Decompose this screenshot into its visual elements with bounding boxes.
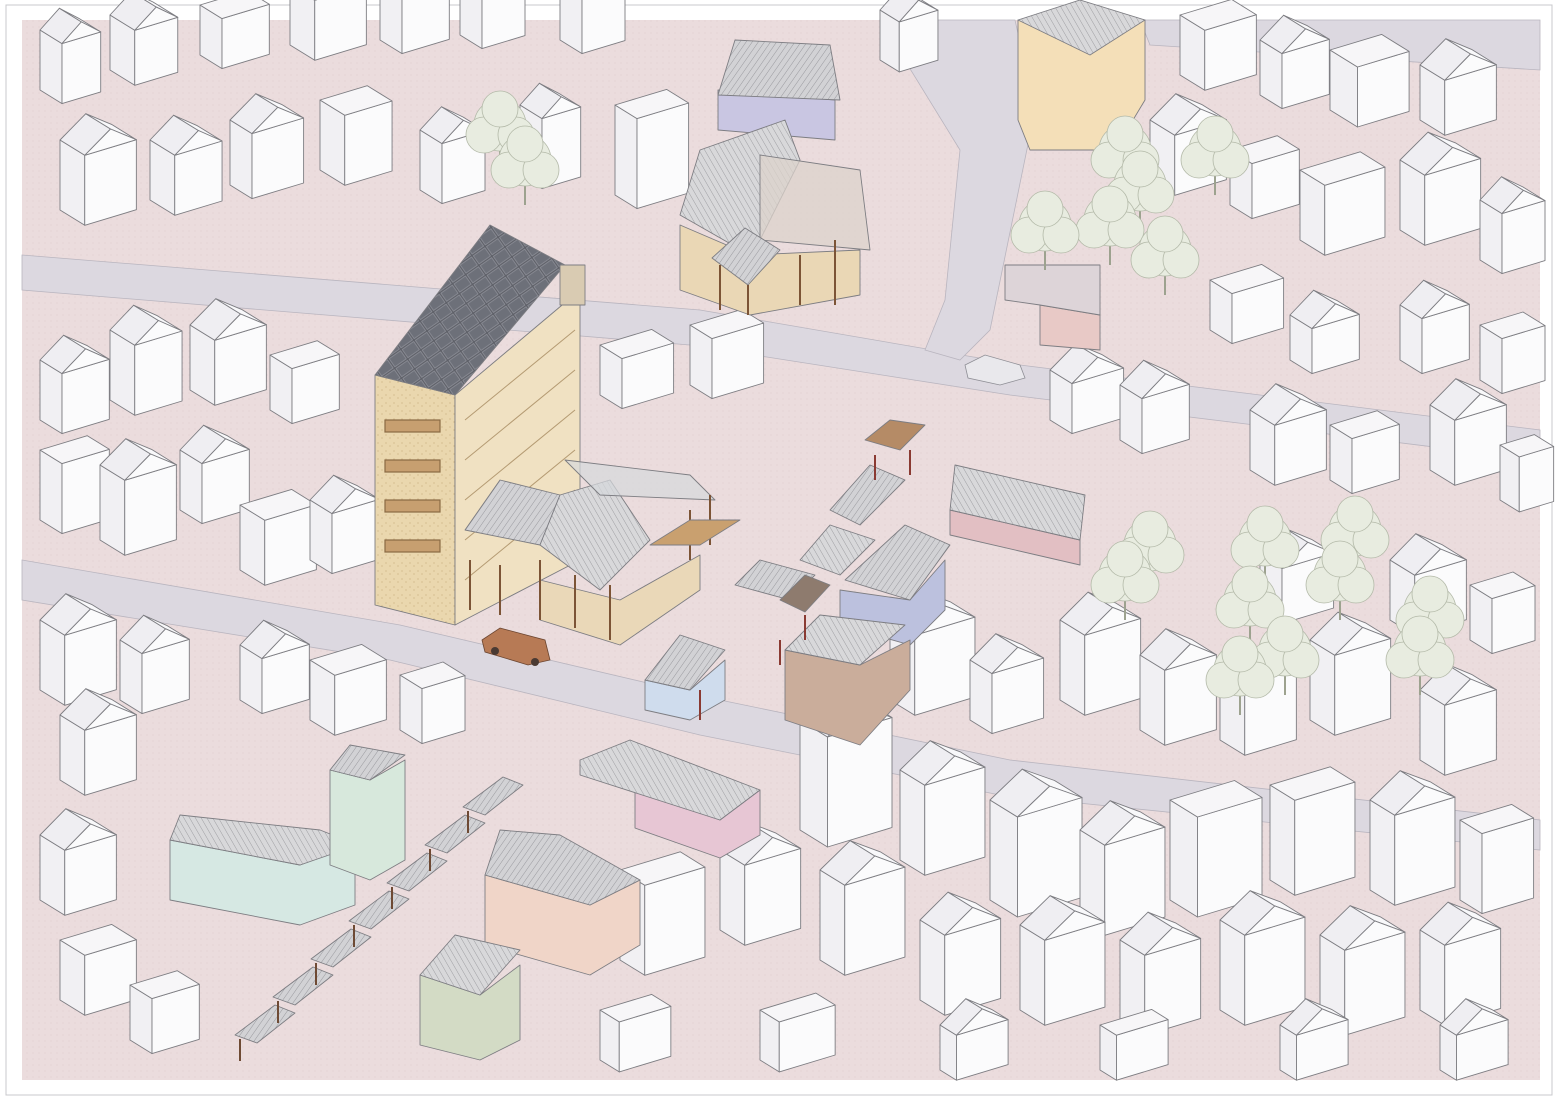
- massing-block: [599, 328, 675, 410]
- massing-block: [899, 740, 986, 876]
- massing-block: [269, 340, 340, 425]
- massing-block: [1219, 890, 1306, 1026]
- massing-block: [1309, 611, 1392, 736]
- massing-block: [1479, 311, 1546, 395]
- massing-block: [129, 970, 200, 1055]
- massing-block: [1209, 263, 1285, 345]
- massing-block: [319, 85, 393, 186]
- massing-block: [399, 661, 466, 745]
- massing-block: [1269, 766, 1356, 896]
- massing-block: [1329, 410, 1400, 495]
- massing-block: [614, 88, 690, 210]
- massing-block: [109, 0, 179, 86]
- massing-block: [1469, 571, 1536, 655]
- axonometric-site-drawing: [5, 0, 1555, 1096]
- massing-block: [1019, 895, 1106, 1026]
- massing-block: [309, 643, 387, 736]
- massing-block: [989, 768, 1083, 918]
- massing-block: [1499, 434, 1555, 513]
- massing-block: [1299, 151, 1386, 256]
- drawing-frame: [0, 0, 1558, 1100]
- massing-block: [919, 891, 1002, 1016]
- massing-block: [879, 0, 939, 73]
- massing-block: [1329, 33, 1410, 128]
- massing-block: [1459, 803, 1535, 915]
- massing-block: [239, 488, 317, 586]
- massing-block: [689, 308, 765, 400]
- massing-block: [1059, 591, 1142, 716]
- massing-block: [59, 923, 137, 1016]
- massing-block: [1369, 770, 1456, 906]
- massing-block: [39, 435, 110, 535]
- massing-block: [819, 840, 906, 976]
- massing-block: [1179, 0, 1257, 91]
